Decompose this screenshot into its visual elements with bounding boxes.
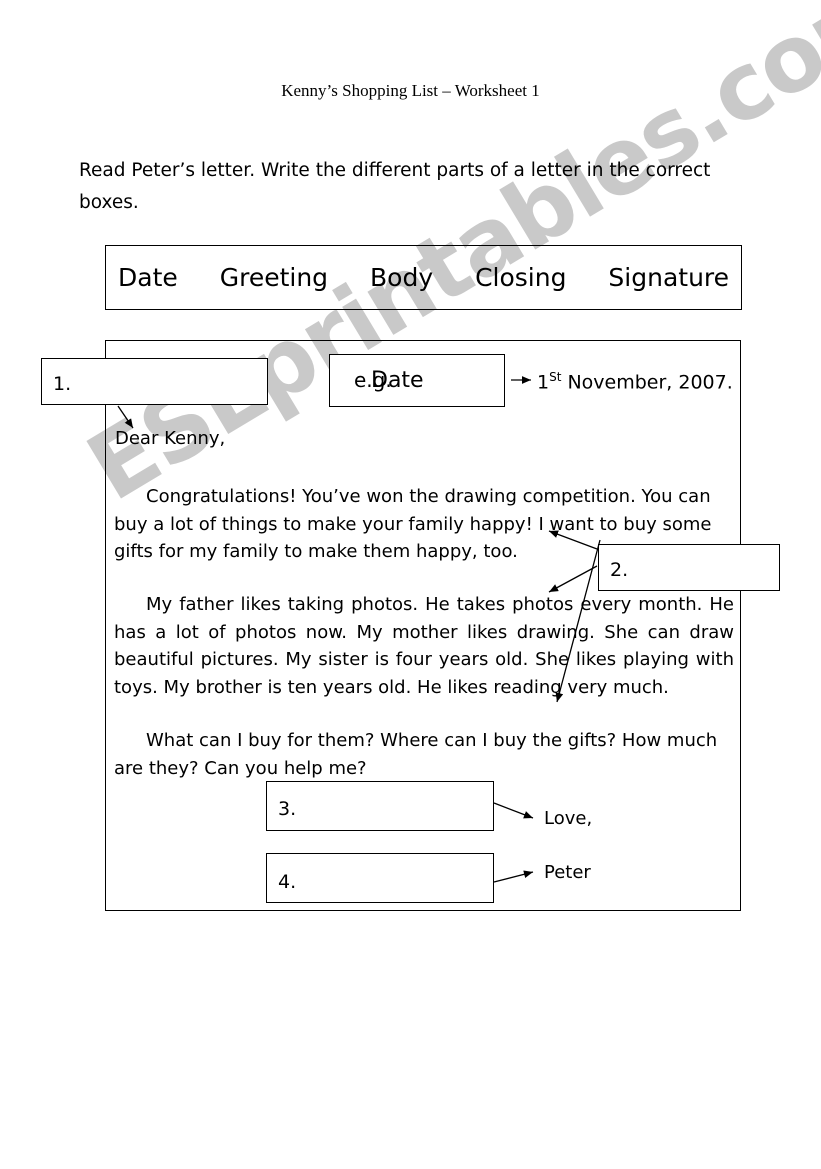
- answer-box-4-label: 4.: [278, 871, 297, 893]
- answer-box-2[interactable]: 2.: [598, 544, 780, 591]
- word-bank-term-body: Body: [370, 263, 434, 292]
- answer-box-1-label: 1.: [53, 373, 72, 395]
- page-title: Kenny’s Shopping List – Worksheet 1: [281, 81, 540, 100]
- answer-box-3-label: 3.: [278, 798, 297, 820]
- answer-box-example: e.g. Date: [329, 354, 505, 407]
- word-bank-terms: Date Greeting Body Closing Signature: [106, 246, 741, 309]
- letter-salutation: Dear Kenny,: [115, 428, 226, 449]
- instructions-text: Read Peter’s letter. Write the different…: [79, 160, 711, 213]
- letter-closing: Love,: [544, 808, 593, 829]
- date-ordinal-suffix: St: [549, 370, 562, 384]
- example-answer: Date: [371, 368, 424, 393]
- date-number: 1: [537, 371, 550, 394]
- letter-date: 1St November, 2007.: [537, 370, 733, 393]
- worksheet-page: ESLprintables.com Kenny’s Shopping List …: [0, 0, 821, 1169]
- answer-box-2-label: 2.: [610, 559, 629, 581]
- answer-box-3[interactable]: 3.: [266, 781, 494, 831]
- answer-box-4[interactable]: 4.: [266, 853, 494, 903]
- word-bank-term-date: Date: [118, 263, 178, 292]
- letter-paragraph-2: My father likes taking photos. He takes …: [114, 594, 734, 698]
- answer-box-1[interactable]: 1.: [41, 358, 268, 405]
- word-bank-term-greeting: Greeting: [219, 263, 329, 292]
- word-bank-term-closing: Closing: [475, 263, 567, 292]
- date-rest: November, 2007.: [561, 371, 733, 394]
- word-bank-box: Date Greeting Body Closing Signature: [105, 245, 742, 310]
- word-bank-term-signature: Signature: [608, 263, 730, 292]
- letter-signature: Peter: [544, 862, 591, 883]
- letter-paragraph-3: What can I buy for them? Where can I buy…: [114, 730, 718, 779]
